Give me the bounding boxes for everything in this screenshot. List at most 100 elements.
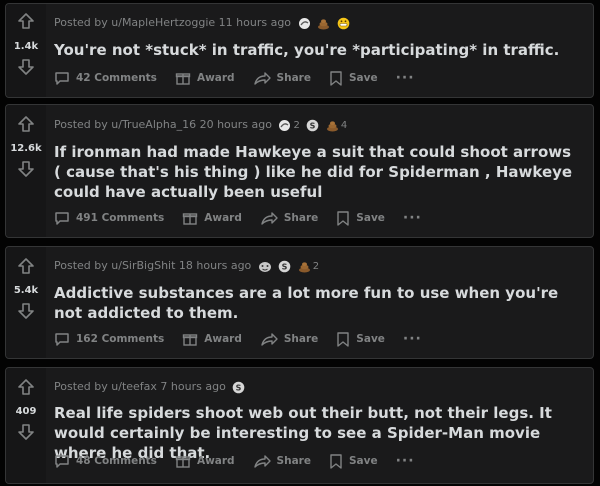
comment-icon bbox=[55, 72, 69, 85]
comments-button[interactable]: 42 Comments bbox=[54, 70, 157, 86]
comments-button[interactable]: 491 Comments bbox=[54, 210, 164, 226]
more-options-button[interactable]: ··· bbox=[403, 211, 422, 225]
upvote-arrow-icon[interactable] bbox=[17, 257, 35, 275]
bookmark-icon bbox=[337, 211, 349, 226]
award-button[interactable]: Award bbox=[182, 331, 242, 347]
vote-column: 409 bbox=[6, 368, 46, 483]
author-link[interactable]: u/SirBigShit bbox=[111, 259, 175, 272]
share-arrow-icon bbox=[261, 333, 278, 346]
post-title[interactable]: You're not *stuck* in traffic, you're *p… bbox=[54, 40, 581, 60]
award-label: Award bbox=[204, 212, 242, 224]
more-options-button[interactable]: ··· bbox=[403, 332, 422, 346]
comments-button[interactable]: 162 Comments bbox=[54, 331, 164, 347]
bookmark-icon bbox=[337, 332, 349, 347]
post-meta: Posted by u/teefax 7 hours ago S bbox=[54, 380, 245, 394]
save-button[interactable]: Save bbox=[336, 210, 385, 226]
comments-label: 48 Comments bbox=[76, 455, 157, 467]
post-actions: 42 Comments Award Share Save ··· bbox=[54, 66, 583, 90]
downvote-arrow-icon[interactable] bbox=[17, 58, 35, 76]
upvote-arrow-icon[interactable] bbox=[17, 378, 35, 396]
award-label: Award bbox=[196, 72, 235, 84]
save-label: Save bbox=[348, 455, 378, 467]
poop-award-icon[interactable] bbox=[326, 119, 339, 132]
post-card[interactable]: 409 Posted by u/teefax 7 hours ago S Rea… bbox=[5, 367, 594, 484]
post-time: 7 hours ago bbox=[160, 380, 226, 393]
bookmark-icon bbox=[330, 454, 342, 469]
gift-icon bbox=[183, 334, 198, 346]
upvote-arrow-icon[interactable] bbox=[17, 115, 35, 133]
save-label: Save bbox=[348, 72, 378, 84]
share-button[interactable]: Share bbox=[253, 453, 311, 469]
vote-column: 5.4k bbox=[6, 247, 46, 358]
silver-award-icon[interactable]: S bbox=[278, 260, 291, 273]
rocket-like-award-icon[interactable] bbox=[278, 119, 291, 132]
comment-icon bbox=[55, 455, 69, 468]
save-label: Save bbox=[356, 212, 385, 224]
share-arrow-icon bbox=[253, 72, 271, 85]
silver-award-icon[interactable]: S bbox=[232, 381, 245, 394]
author-link[interactable]: u/TrueAlpha_16 bbox=[111, 118, 196, 131]
award-button[interactable]: Award bbox=[175, 70, 235, 86]
post-actions: 491 Comments Award Share Save ··· bbox=[54, 206, 583, 230]
award-button[interactable]: Award bbox=[175, 453, 235, 469]
svg-text:S: S bbox=[236, 383, 242, 392]
poop-award-icon[interactable] bbox=[317, 17, 330, 30]
comments-button[interactable]: 48 Comments bbox=[54, 453, 157, 469]
post-card[interactable]: 12.6k Posted by u/TrueAlpha_16 20 hours … bbox=[5, 104, 594, 238]
vote-score: 1.4k bbox=[13, 41, 39, 52]
gift-icon bbox=[183, 213, 198, 225]
award-label: Award bbox=[196, 455, 235, 467]
author-link[interactable]: u/teefax bbox=[111, 380, 157, 393]
downvote-arrow-icon[interactable] bbox=[17, 302, 35, 320]
post-actions: 48 Comments Award Share Save ··· bbox=[54, 449, 583, 473]
post-card[interactable]: 5.4k Posted by u/SirBigShit 18 hours ago… bbox=[5, 246, 594, 359]
more-options-button[interactable]: ··· bbox=[396, 71, 415, 85]
save-button[interactable]: Save bbox=[336, 331, 385, 347]
poop-award-icon[interactable] bbox=[298, 260, 311, 273]
grinning-face-award-icon[interactable] bbox=[337, 17, 350, 30]
downvote-arrow-icon[interactable] bbox=[17, 160, 35, 178]
rocket-like-award-icon[interactable] bbox=[298, 17, 311, 30]
post-time: 11 hours ago bbox=[218, 16, 292, 29]
vote-score: 409 bbox=[15, 406, 37, 417]
post-time: 18 hours ago bbox=[178, 259, 252, 272]
posted-by-label: Posted by bbox=[54, 118, 112, 131]
share-label: Share bbox=[276, 455, 311, 467]
silver-award-icon[interactable]: S bbox=[306, 119, 319, 132]
award-label: Award bbox=[204, 333, 242, 345]
post-title[interactable]: Addictive substances are a lot more fun … bbox=[54, 283, 581, 323]
posted-by-label: Posted by bbox=[54, 16, 112, 29]
comments-label: 491 Comments bbox=[76, 212, 165, 224]
award-count: 2 bbox=[293, 119, 300, 131]
wholesome-award-icon[interactable] bbox=[258, 260, 272, 273]
vote-column: 12.6k bbox=[6, 105, 46, 237]
bookmark-icon bbox=[330, 71, 342, 86]
downvote-arrow-icon[interactable] bbox=[17, 423, 35, 441]
award-count: 4 bbox=[340, 119, 348, 131]
author-link[interactable]: u/MapleHertzoggie bbox=[111, 16, 215, 29]
svg-text:S: S bbox=[282, 262, 288, 271]
share-button[interactable]: Share bbox=[260, 210, 318, 226]
vote-column: 1.4k bbox=[6, 4, 46, 97]
upvote-arrow-icon[interactable] bbox=[17, 12, 35, 30]
post-meta: Posted by u/SirBigShit 18 hours ago S 2 bbox=[54, 259, 319, 273]
save-button[interactable]: Save bbox=[329, 453, 378, 469]
vote-score: 12.6k bbox=[10, 143, 42, 154]
gift-icon bbox=[175, 456, 191, 468]
more-options-button[interactable]: ··· bbox=[396, 454, 415, 468]
svg-text:S: S bbox=[310, 121, 316, 130]
comments-label: 42 Comments bbox=[76, 72, 157, 84]
post-card[interactable]: 1.4k Posted by u/MapleHertzoggie 11 hour… bbox=[5, 3, 594, 98]
save-button[interactable]: Save bbox=[329, 70, 378, 86]
gift-icon bbox=[175, 73, 191, 85]
award-button[interactable]: Award bbox=[182, 210, 242, 226]
post-meta: Posted by u/MapleHertzoggie 11 hours ago bbox=[54, 16, 350, 30]
share-label: Share bbox=[283, 212, 319, 224]
share-arrow-icon bbox=[261, 212, 278, 225]
post-title[interactable]: If ironman had made Hawkeye a suit that … bbox=[54, 142, 581, 202]
post-feed: 1.4k Posted by u/MapleHertzoggie 11 hour… bbox=[0, 0, 600, 486]
share-arrow-icon bbox=[253, 455, 271, 468]
post-actions: 162 Comments Award Share Save ··· bbox=[54, 327, 583, 351]
share-button[interactable]: Share bbox=[260, 331, 318, 347]
share-button[interactable]: Share bbox=[253, 70, 311, 86]
